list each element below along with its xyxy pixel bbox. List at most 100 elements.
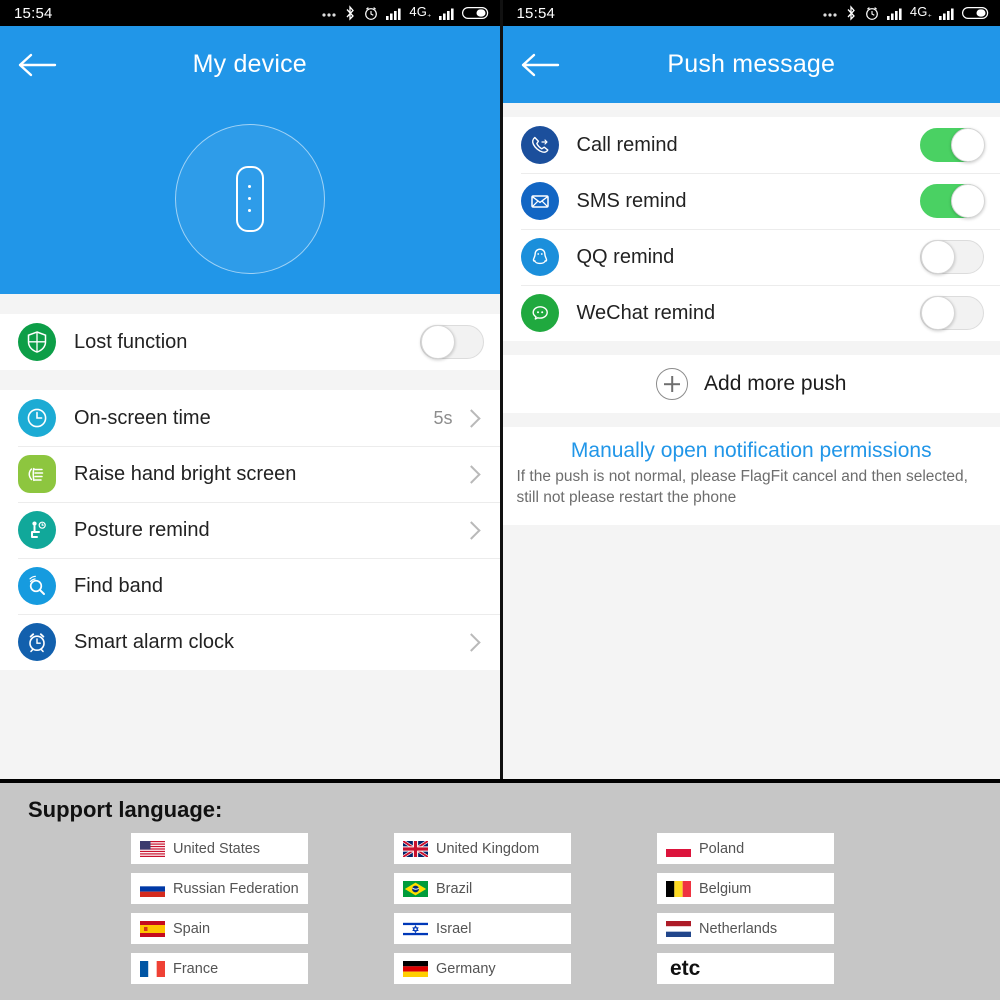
phone-screens-pair: 15:54 4G⁺ My device Lost function On-scr…	[0, 0, 1000, 779]
signal-bars-icon	[438, 7, 455, 20]
list-item-label: Raise hand bright screen	[74, 462, 297, 485]
list-item-label: Call remind	[576, 133, 678, 156]
language-item[interactable]: Israel	[394, 913, 571, 944]
flag-ru-icon	[140, 880, 165, 897]
call-remind-toggle[interactable]	[920, 128, 985, 162]
list-item-lost-function[interactable]: Lost function	[0, 314, 500, 370]
list-item-label: Find band	[74, 574, 163, 597]
plus-circle-icon	[656, 368, 689, 400]
wechat-remind-toggle[interactable]	[920, 296, 984, 330]
section-gap	[0, 370, 500, 390]
list-item-on-screen-time[interactable]: On-screen time 5s	[0, 390, 500, 446]
language-item[interactable]: France	[131, 953, 308, 984]
language-label: Netherlands	[699, 920, 778, 937]
add-more-push-button[interactable]: Add more push	[502, 355, 1000, 413]
language-item[interactable]: Poland	[657, 833, 834, 864]
status-bar-clock: 15:54	[516, 4, 556, 22]
support-language-title: Support language:	[28, 797, 223, 822]
bluetooth-icon	[344, 4, 356, 22]
back-button-left[interactable]	[0, 50, 74, 80]
list-item-qq-remind[interactable]: QQ remind	[502, 229, 1000, 285]
list-item-label: Lost function	[74, 330, 188, 353]
lost-function-section: Lost function	[0, 314, 500, 370]
wechat-icon	[520, 294, 559, 332]
language-item[interactable]: Germany	[394, 953, 571, 984]
list-item-call-remind[interactable]: Call remind	[502, 117, 1000, 173]
language-label: Poland	[699, 840, 745, 857]
language-column-2: United Kingdom Brazil Israel Germany	[394, 833, 571, 984]
list-item-sms-remind[interactable]: SMS remind	[502, 173, 1000, 229]
signal-bars-icon	[939, 7, 955, 20]
flag-gb-icon	[403, 840, 428, 857]
status-bar-icons: 4G⁺	[321, 4, 489, 22]
language-item[interactable]: Spain	[131, 913, 308, 944]
phone-icon	[520, 126, 559, 164]
language-item-etc[interactable]: etc	[657, 953, 834, 984]
list-item-wechat-remind[interactable]: WeChat remind	[502, 285, 1000, 341]
language-item[interactable]: Netherlands	[657, 913, 834, 944]
language-label: Brazil	[436, 880, 473, 897]
language-column-1: United States Russian Federation Spain F…	[131, 833, 308, 984]
language-columns: United States Russian Federation Spain F…	[0, 833, 1000, 984]
language-label: Israel	[436, 920, 472, 937]
left-app-bar: My device	[0, 26, 500, 103]
band-dot	[248, 209, 252, 212]
bluetooth-icon	[845, 4, 857, 22]
language-label: Germany	[436, 960, 496, 977]
right-phone-screen: 15:54 4G⁺ Push message Call remind SMS r…	[499, 0, 1000, 779]
list-item-label: WeChat remind	[576, 301, 716, 324]
list-item-posture-remind[interactable]: Posture remind	[0, 502, 500, 558]
manually-open-notification-permissions-link[interactable]: Manually open notification permissions	[517, 439, 987, 463]
list-item-smart-alarm-clock[interactable]: Smart alarm clock	[0, 614, 500, 670]
language-label: United Kingdom	[436, 840, 540, 857]
language-item[interactable]: Brazil	[394, 873, 571, 904]
sms-remind-toggle[interactable]	[920, 184, 985, 218]
lost-function-toggle[interactable]	[419, 325, 484, 359]
app-screenshot: 15:54 4G⁺ My device Lost function On-scr…	[0, 0, 1000, 1000]
language-item[interactable]: United Kingdom	[394, 833, 571, 864]
chevron-right-icon	[461, 408, 481, 428]
support-language-section: Support language: United States Russian …	[0, 779, 1000, 1000]
alarm-clock-icon	[18, 623, 56, 661]
flag-us-icon	[140, 840, 165, 857]
language-item[interactable]: United States	[131, 833, 308, 864]
signal-bars-icon	[386, 7, 402, 20]
qq-remind-toggle[interactable]	[920, 240, 984, 274]
envelope-icon	[520, 182, 559, 220]
toggle-knob	[951, 184, 985, 218]
toggle-knob	[951, 128, 985, 162]
notification-help-text: If the push is not normal, please FlagFi…	[516, 468, 968, 506]
more-dots-icon	[822, 6, 838, 20]
flag-be-icon	[666, 880, 691, 897]
status-bar-left: 15:54 4G⁺	[0, 0, 500, 26]
device-settings-list: On-screen time 5s Raise hand bright scre…	[0, 390, 500, 670]
list-item-label: Posture remind	[74, 518, 210, 541]
battery-icon	[461, 6, 490, 20]
flag-il-icon	[403, 920, 428, 937]
network-type-label: 4G⁺	[909, 4, 932, 22]
more-dots-icon	[321, 6, 337, 20]
list-item-label: Smart alarm clock	[74, 630, 235, 653]
language-item[interactable]: Belgium	[657, 873, 834, 904]
language-label: France	[173, 960, 219, 977]
band-dot	[248, 185, 252, 188]
chevron-right-icon	[461, 464, 481, 484]
back-button-right[interactable]	[503, 50, 577, 80]
flag-nl-icon	[666, 920, 691, 937]
list-item-label: On-screen time	[74, 406, 211, 429]
toggle-knob	[420, 325, 455, 359]
list-item-raise-hand-bright-screen[interactable]: Raise hand bright screen	[0, 446, 500, 502]
battery-icon	[962, 6, 990, 20]
language-item[interactable]: Russian Federation	[131, 873, 308, 904]
flag-br-icon	[403, 880, 428, 897]
language-label: etc	[670, 956, 701, 980]
list-item-find-band[interactable]: Find band	[0, 558, 500, 614]
arrow-left-icon	[18, 53, 57, 76]
chevron-right-icon	[461, 632, 481, 652]
status-bar-icons: 4G⁺	[822, 4, 990, 22]
language-label: United States	[173, 840, 261, 857]
list-item-label: SMS remind	[576, 189, 687, 212]
arrow-left-icon	[521, 53, 559, 76]
alarm-clock-icon	[363, 5, 379, 21]
device-hero	[0, 103, 500, 294]
